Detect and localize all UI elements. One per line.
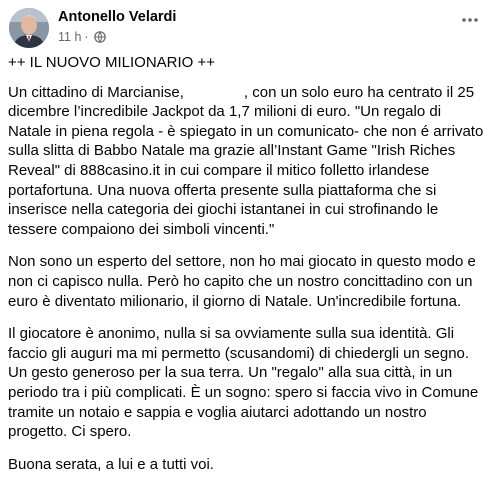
more-options-icon[interactable] [458, 10, 482, 30]
post-paragraph-4: Buona serata, a lui e a tutti voi. [8, 455, 214, 473]
post-time[interactable]: 11 h [58, 30, 81, 44]
post-paragraph-1: Un cittadino di Marcianise,, con un solo… [8, 83, 484, 240]
author-name[interactable]: Antonello Velardi [58, 9, 176, 25]
post-header: Antonello Velardi 11 h · [0, 0, 492, 50]
meta-separator: · [84, 30, 89, 44]
paragraph-1-rest: , con un solo euro ha centrato il 25 dic… [8, 83, 484, 238]
post-title: ++ IL NUOVO MILIONARIO ++ [8, 54, 216, 71]
post-paragraph-3: Il giocatore è anonimo, nulla si sa ovvi… [8, 325, 479, 441]
post-body: ++ IL NUOVO MILIONARIO ++ Un cittadino d… [8, 53, 484, 487]
avatar-photo [9, 8, 49, 48]
globe-icon[interactable] [93, 31, 106, 43]
post-paragraph-2: Non sono un esperto del settore, non ho … [8, 253, 476, 310]
avatar[interactable] [9, 8, 49, 48]
post-meta: 11 h · [58, 30, 106, 44]
paragraph-1-start: Un cittadino di Marcianise, [8, 83, 184, 101]
